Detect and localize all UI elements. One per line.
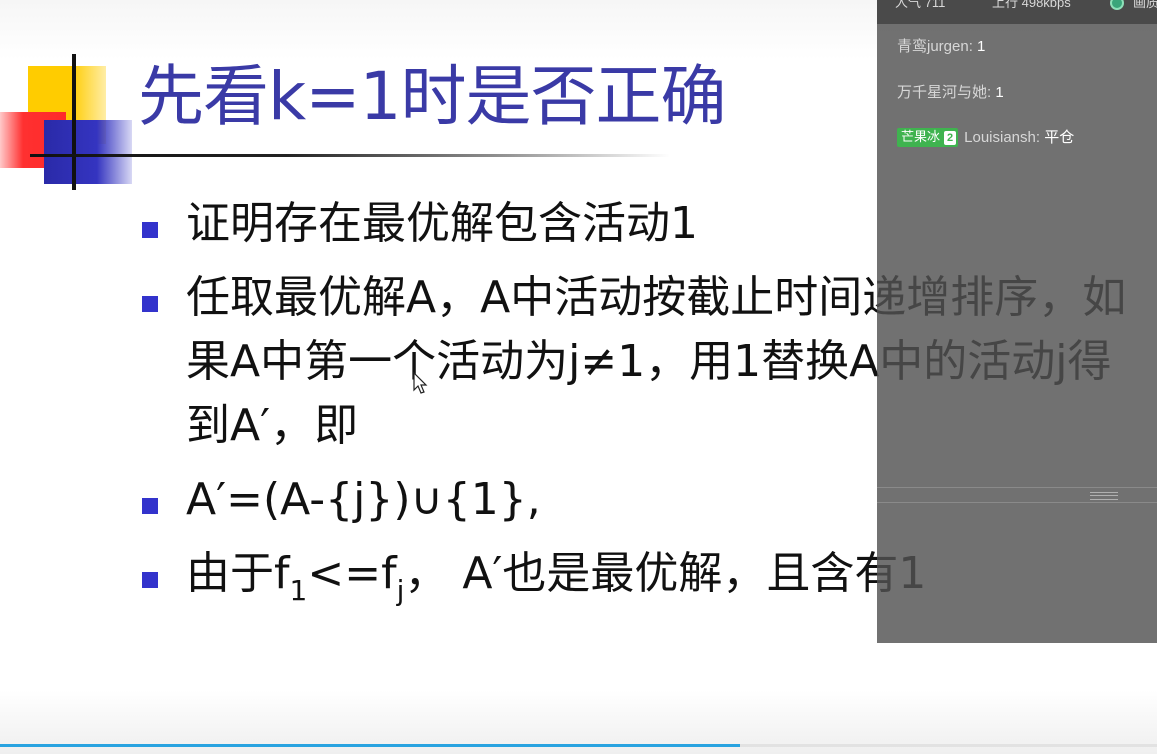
chat-username[interactable]: 万千星河与她: bbox=[897, 84, 995, 101]
bullet-text: A′=(A-{j})∪{1}, bbox=[186, 474, 541, 525]
chat-message: 芒果冰 2 Louisiansh: 平仓 bbox=[897, 128, 1074, 148]
panel-resize-handle[interactable] bbox=[877, 487, 1157, 503]
chat-message: 青鸾jurgen: 1 bbox=[897, 37, 985, 57]
fan-badge[interactable]: 芒果冰 2 bbox=[897, 128, 959, 147]
grip-icon bbox=[1090, 492, 1118, 500]
chat-message: 万千星河与她: 1 bbox=[897, 83, 1004, 103]
slide-title: 先看k=1时是否正确 bbox=[138, 58, 727, 135]
bullet-text-mid: <=f bbox=[307, 548, 397, 599]
decorative-vertical-line bbox=[72, 54, 76, 190]
bullet-square-icon bbox=[142, 296, 158, 312]
fan-badge-level: 2 bbox=[944, 131, 957, 145]
bullet-text-prefix: 由于f bbox=[186, 548, 290, 599]
fan-badge-name: 芒果冰 bbox=[901, 129, 941, 144]
chat-username[interactable]: Louisiansh: bbox=[964, 129, 1044, 146]
live-chat-panel: 人气 711 上行 498kbps 画质 青鸾jurgen: 1 万千星河与她:… bbox=[877, 0, 1157, 643]
chat-text: 平仓 bbox=[1044, 129, 1075, 146]
quality-label[interactable]: 画质 bbox=[1133, 0, 1157, 9]
playback-progress-bar[interactable] bbox=[0, 744, 1157, 747]
title-underline bbox=[30, 154, 670, 157]
bullet-text-suffix: ， A′也是最优解，且含有1 bbox=[404, 548, 927, 599]
quality-toggle-icon[interactable] bbox=[1110, 0, 1124, 10]
decorative-blue-square bbox=[44, 120, 132, 184]
bullet-square-icon bbox=[142, 222, 158, 238]
bullet-square-icon bbox=[142, 498, 158, 514]
subscript-1: 1 bbox=[289, 574, 308, 607]
chat-username[interactable]: 青鸾jurgen: bbox=[897, 38, 977, 55]
popularity-count: 人气 711 bbox=[895, 0, 946, 10]
playback-progress-fill bbox=[0, 744, 741, 747]
chat-stats-bar: 人气 711 上行 498kbps 画质 bbox=[877, 0, 1157, 24]
bullet-text: 证明存在最优解包含活动1 bbox=[186, 198, 698, 249]
upload-rate: 上行 498kbps bbox=[992, 0, 1071, 10]
mouse-pointer-icon bbox=[413, 372, 428, 394]
bullet-square-icon bbox=[142, 572, 158, 588]
chat-text: 1 bbox=[977, 38, 986, 55]
chat-text: 1 bbox=[995, 84, 1004, 101]
